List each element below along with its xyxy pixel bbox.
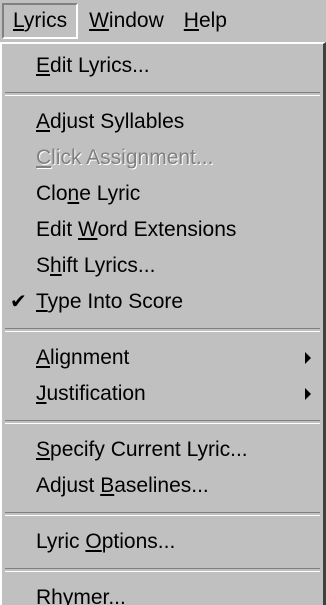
mnemonic: n (67, 182, 80, 205)
menu-item-lyric-options[interactable]: Lyric Options... (2, 524, 323, 560)
label-part: Rhymer... (36, 586, 126, 605)
menu-separator (5, 568, 320, 572)
menu-window[interactable]: Window (80, 3, 173, 39)
label-part: Adjust (36, 474, 101, 497)
menu-item-justification[interactable]: Justification (2, 376, 323, 412)
menu-item-adjust-baselines[interactable]: Adjust Baselines... (2, 468, 323, 504)
mnemonic: A (36, 346, 51, 369)
checkmark-icon: ✔ (10, 291, 27, 313)
mnemonic: L (13, 9, 24, 32)
menu-item-shift-lyrics[interactable]: Shift Lyrics... (2, 248, 323, 284)
label-part: aselines... (114, 474, 209, 497)
mnemonic: H (183, 9, 199, 32)
label-part: dit Lyrics... (50, 54, 150, 77)
mnemonic: W (78, 218, 98, 241)
menu-label-part: yrics (23, 9, 68, 32)
label-part: ype Into Score (47, 290, 184, 313)
mnemonic: E (36, 54, 51, 77)
menu-item-rhymer[interactable]: Rhymer... (2, 580, 323, 605)
mnemonic: h (50, 254, 62, 277)
label-part: ord Extensions (97, 218, 237, 241)
label-part: e Lyric (79, 182, 141, 205)
label-part: Edit (36, 218, 79, 241)
menu-item-clone-lyric[interactable]: Clone Lyric (2, 176, 323, 212)
menu-separator (5, 328, 320, 332)
menu-item-edit-word-extensions[interactable]: Edit Word Extensions (2, 212, 323, 248)
mnemonic: S (36, 438, 51, 461)
menu-separator (5, 512, 320, 516)
label-part: ustification (46, 382, 146, 405)
label-part: ift Lyrics... (61, 254, 156, 277)
label-part: ptions... (101, 530, 176, 553)
lyrics-dropdown-menu: Edit Lyrics... Adjust Syllables Click As… (0, 42, 326, 605)
label-part: S (36, 254, 51, 277)
submenu-arrow-icon (305, 388, 311, 400)
label-part: Lyric (36, 530, 86, 553)
label-part: lignment (50, 346, 130, 369)
submenu-arrow-icon (305, 352, 311, 364)
menu-label-part: indow (108, 9, 164, 32)
menu-item-edit-lyrics[interactable]: Edit Lyrics... (2, 48, 323, 84)
mnemonic: T (36, 290, 48, 313)
menu-item-adjust-syllables[interactable]: Adjust Syllables (2, 104, 323, 140)
label-part: djust Syllables (50, 110, 185, 133)
mnemonic: B (100, 474, 115, 497)
menu-bar: Lyrics Window Help (0, 0, 326, 42)
mnemonic: W (89, 9, 109, 32)
label-part: lick Assignment... (51, 146, 214, 169)
label-part: pecify Current Lyric... (50, 438, 248, 461)
menu-separator (5, 420, 320, 424)
menu-item-click-assignment: Click Assignment... (2, 140, 323, 176)
menu-separator (5, 92, 320, 96)
mnemonic: J (36, 382, 47, 405)
menu-item-alignment[interactable]: Alignment (2, 340, 323, 376)
menu-help[interactable]: Help (175, 3, 236, 39)
mnemonic: A (36, 110, 51, 133)
menu-label-part: elp (198, 9, 227, 32)
menu-item-type-into-score[interactable]: ✔ Type Into Score (2, 284, 323, 320)
menu-item-specify-current-lyric[interactable]: Specify Current Lyric... (2, 432, 323, 468)
mnemonic: O (85, 530, 102, 553)
menu-lyrics[interactable]: Lyrics (2, 3, 79, 39)
label-part: Clo (36, 182, 68, 205)
mnemonic: C (36, 146, 52, 169)
